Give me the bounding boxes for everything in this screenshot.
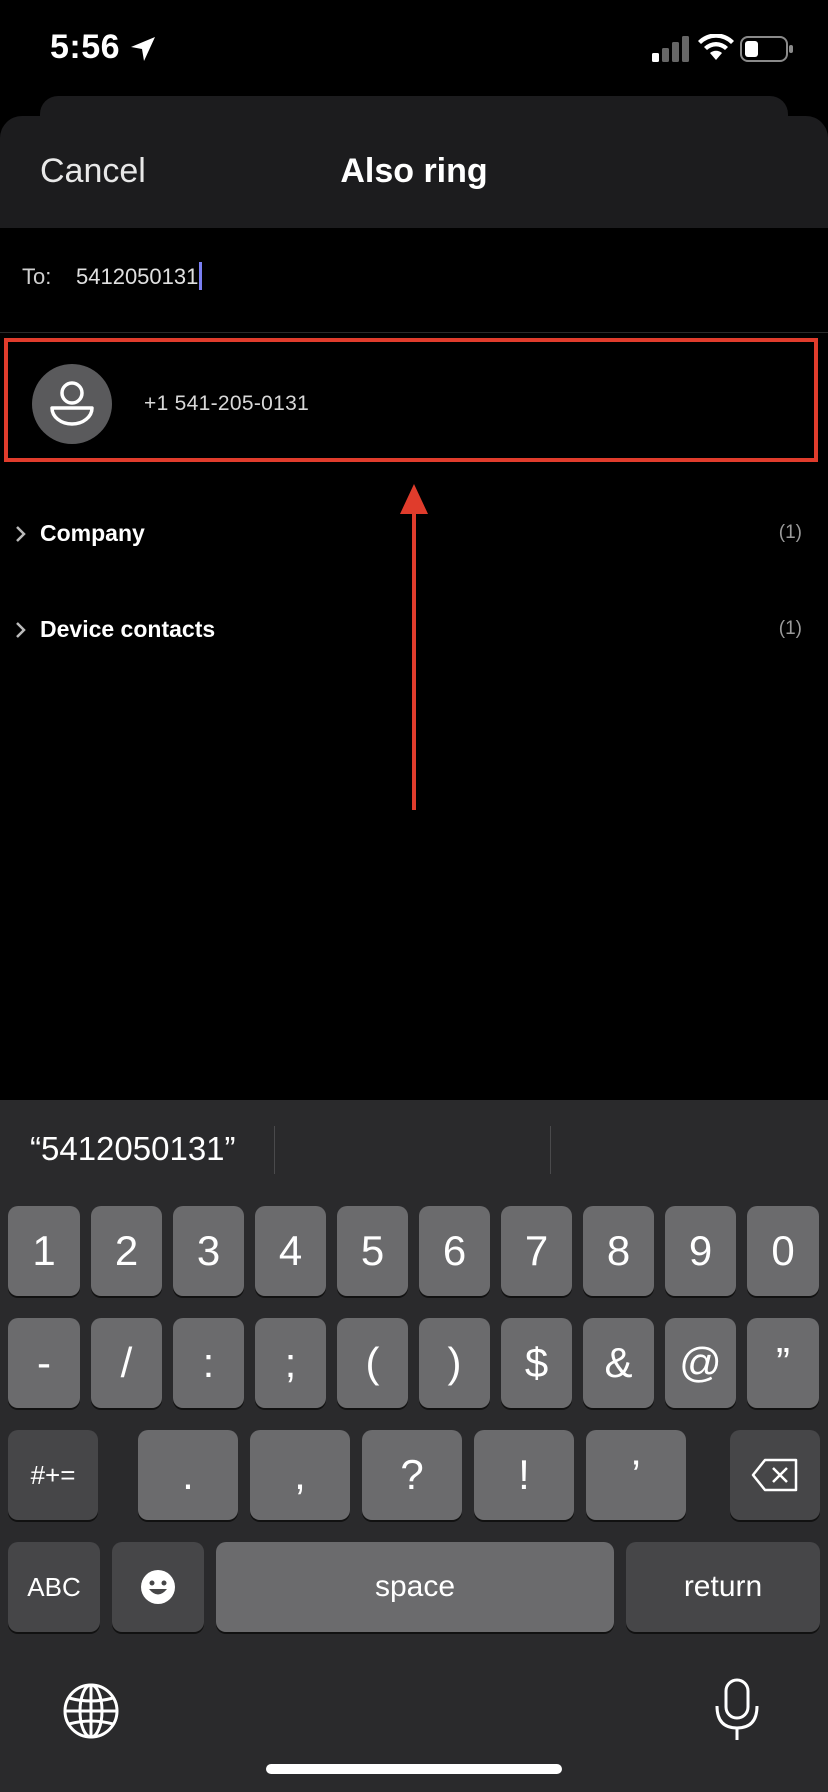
key-hyphen[interactable]: - (8, 1318, 80, 1408)
to-label: To: (22, 264, 52, 289)
key-abc-mode[interactable]: ABC (8, 1542, 100, 1632)
to-input[interactable]: 5412050131 (76, 262, 203, 290)
key-semicolon[interactable]: ; (255, 1318, 326, 1408)
key-1[interactable]: 1 (8, 1206, 80, 1296)
key-3[interactable]: 3 (173, 1206, 244, 1296)
key-question[interactable]: ? (362, 1430, 462, 1520)
key-quote[interactable]: ” (747, 1318, 819, 1408)
suggestion-divider (274, 1126, 275, 1174)
suggestion-divider (550, 1126, 551, 1174)
key-4[interactable]: 4 (255, 1206, 326, 1296)
key-5[interactable]: 5 (337, 1206, 408, 1296)
key-ampersand[interactable]: & (583, 1318, 654, 1408)
key-2[interactable]: 2 (91, 1206, 162, 1296)
emoji-key[interactable] (112, 1542, 204, 1632)
key-6[interactable]: 6 (419, 1206, 490, 1296)
key-at[interactable]: @ (665, 1318, 736, 1408)
globe-icon[interactable] (62, 1682, 120, 1740)
chevron-right-icon (16, 622, 26, 638)
chevron-right-icon (16, 526, 26, 542)
backspace-icon (751, 1458, 798, 1492)
key-apostrophe[interactable]: ’ (586, 1430, 686, 1520)
group-company[interactable]: Company (1) (0, 504, 828, 564)
result-phone-number[interactable]: +1 541-205-0131 (144, 392, 309, 416)
page-title: Also ring (340, 152, 488, 190)
key-9[interactable]: 9 (665, 1206, 736, 1296)
wifi-icon (698, 34, 734, 60)
to-input-value: 5412050131 (76, 264, 199, 289)
cellular-signal-icon (652, 36, 689, 62)
group-label: Device contacts (40, 616, 216, 642)
home-indicator (266, 1764, 562, 1774)
key-close-paren[interactable]: ) (419, 1318, 490, 1408)
key-8[interactable]: 8 (583, 1206, 654, 1296)
key-dollar[interactable]: $ (501, 1318, 572, 1408)
key-symbols-mode[interactable]: #+= (8, 1430, 98, 1520)
location-arrow-icon (131, 37, 155, 61)
key-exclamation[interactable]: ! (474, 1430, 574, 1520)
emoji-icon (141, 1570, 175, 1604)
microphone-icon[interactable] (712, 1678, 762, 1742)
divider (0, 332, 828, 333)
key-0[interactable]: 0 (747, 1206, 819, 1296)
key-7[interactable]: 7 (501, 1206, 572, 1296)
keyboard-suggestion[interactable]: “5412050131” (30, 1130, 236, 1168)
result-highlight-box[interactable] (4, 338, 818, 462)
key-colon[interactable]: : (173, 1318, 244, 1408)
group-count: (1) (778, 618, 802, 639)
battery-icon (740, 36, 793, 62)
group-count: (1) (778, 522, 802, 543)
return-key[interactable]: return (626, 1542, 820, 1632)
text-caret (199, 262, 203, 290)
group-device-contacts[interactable]: Device contacts (1) (0, 600, 828, 660)
key-period[interactable]: . (138, 1430, 238, 1520)
person-icon (50, 381, 94, 426)
key-slash[interactable]: / (91, 1318, 162, 1408)
space-key[interactable]: space (216, 1542, 614, 1632)
group-label: Company (40, 520, 145, 546)
avatar (32, 364, 112, 444)
status-time: 5:56 (50, 28, 121, 66)
key-open-paren[interactable]: ( (337, 1318, 408, 1408)
delete-key[interactable] (730, 1430, 820, 1520)
key-comma[interactable]: , (250, 1430, 350, 1520)
